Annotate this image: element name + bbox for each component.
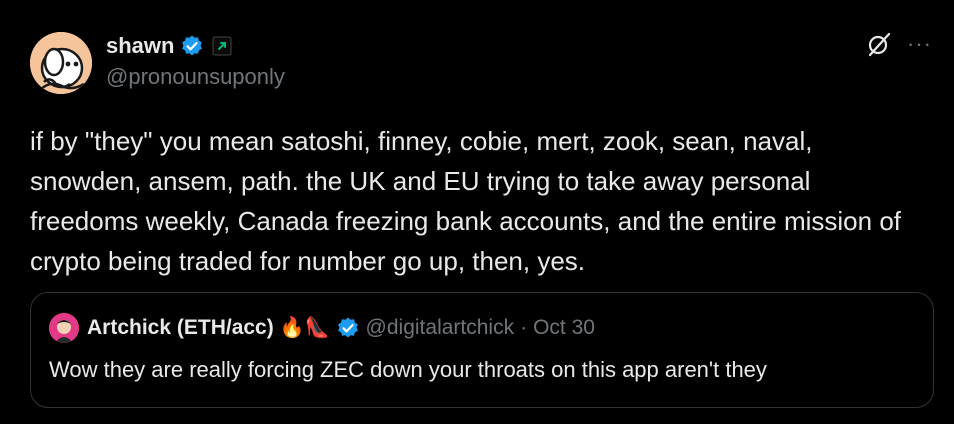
cartoon-character-icon — [30, 32, 92, 94]
quoted-tweet[interactable]: Artchick (ETH/acc) 🔥👠 @digitalartchick ·… — [30, 292, 934, 408]
grok-icon[interactable] — [865, 30, 893, 58]
quoted-author-avatar[interactable] — [49, 313, 79, 343]
quoted-separator: · — [520, 316, 528, 339]
quoted-author-display-name[interactable]: Artchick (ETH/acc) — [87, 316, 274, 340]
quoted-date[interactable]: Oct 30 — [533, 316, 595, 340]
tweet-top-actions: ··· — [865, 30, 932, 58]
author-name-row: shawn — [106, 31, 232, 61]
quoted-tweet-header: Artchick (ETH/acc) 🔥👠 @digitalartchick ·… — [49, 313, 595, 343]
quoted-verified-badge-icon[interactable] — [336, 316, 360, 340]
tweet: shawn @pronounsuponly ··· if by "they" y… — [0, 0, 954, 424]
affiliate-badge-icon[interactable] — [212, 36, 232, 56]
verified-badge-icon[interactable] — [180, 34, 204, 58]
quoted-author-handle[interactable]: @digitalartchick — [366, 316, 515, 340]
tweet-text: if by "they" you mean satoshi, finney, c… — [30, 126, 901, 276]
author-handle[interactable]: @pronounsuponly — [106, 64, 285, 90]
quoted-tweet-text: Wow they are really forcing ZEC down you… — [49, 357, 767, 382]
more-options-icon[interactable]: ··· — [907, 30, 932, 58]
author-avatar[interactable] — [30, 32, 92, 94]
author-display-name[interactable]: shawn — [106, 33, 174, 59]
quoted-author-emoji: 🔥👠 — [279, 317, 330, 339]
